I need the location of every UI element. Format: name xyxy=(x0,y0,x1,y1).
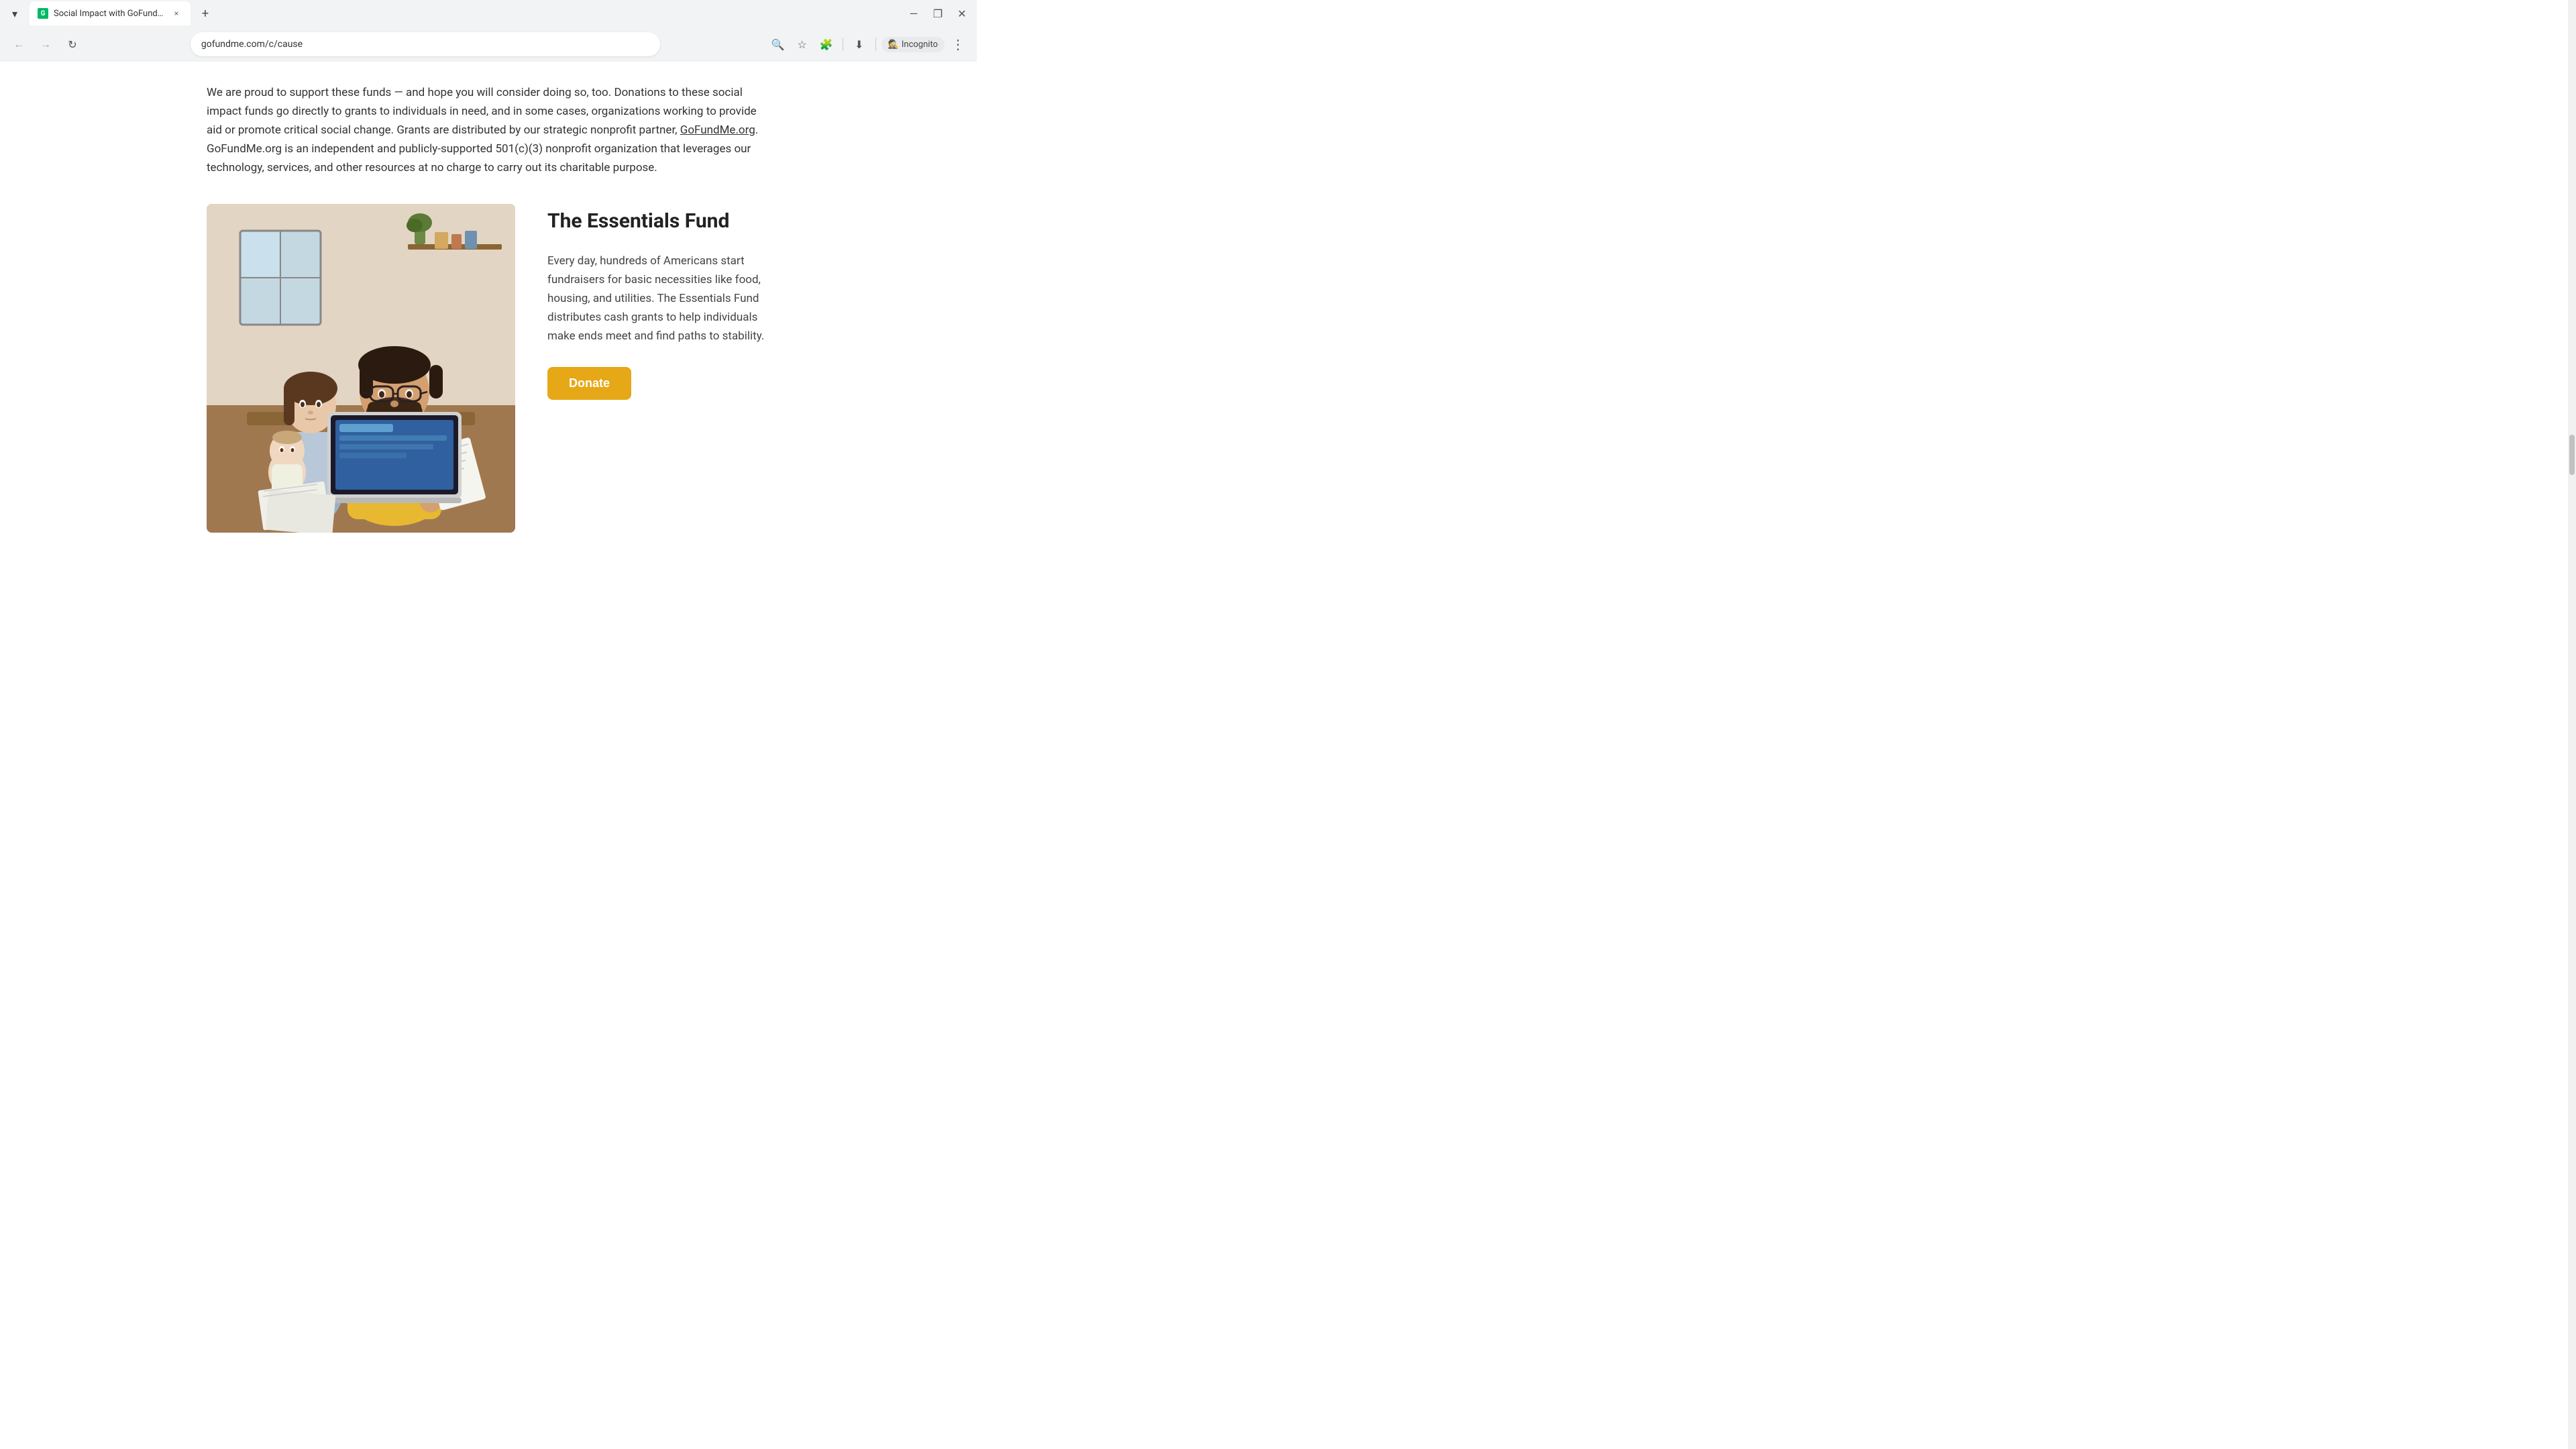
incognito-label: Incognito xyxy=(902,40,938,50)
fund-info: The Essentials Fund Every day, hundreds … xyxy=(547,204,770,400)
window-controls: — ❐ ✕ xyxy=(904,4,971,23)
more-options-button[interactable]: ⋮ xyxy=(947,34,969,55)
bookmark-button[interactable]: ☆ xyxy=(792,34,813,55)
page-content: We are proud to support these funds — an… xyxy=(0,62,977,573)
gofundme-org-link[interactable]: GoFundMe.org xyxy=(680,123,755,137)
extensions-button[interactable]: 🧩 xyxy=(816,34,837,55)
essentials-fund-section: The Essentials Fund Every day, hundreds … xyxy=(207,204,770,533)
restore-button[interactable]: ❐ xyxy=(928,4,947,23)
tab-close-button[interactable]: × xyxy=(170,7,182,19)
donate-button[interactable]: Donate xyxy=(547,367,631,400)
title-bar: ▾ G Social Impact with GoFundMe... × + —… xyxy=(0,0,977,27)
intro-paragraph: We are proud to support these funds — an… xyxy=(207,83,770,177)
address-bar[interactable]: gofundme.com/c/cause xyxy=(191,32,660,56)
bookmark-icon: ☆ xyxy=(798,38,807,51)
new-tab-button[interactable]: + xyxy=(196,4,215,23)
toolbar-actions: 🔍 ☆ 🧩 ⬇ 🕵 Incognito ⋮ xyxy=(767,34,969,55)
scrollbar-thumb[interactable] xyxy=(2569,435,2575,475)
minimize-button[interactable]: — xyxy=(904,4,923,23)
tab-title: Social Impact with GoFundMe... xyxy=(54,9,165,19)
close-window-button[interactable]: ✕ xyxy=(953,4,971,23)
tab-favicon: G xyxy=(38,8,48,19)
incognito-badge[interactable]: 🕵 Incognito xyxy=(881,37,945,52)
url-display: gofundme.com/c/cause xyxy=(201,39,649,50)
tab-switcher[interactable]: ▾ xyxy=(5,4,24,23)
fund-image-container xyxy=(207,204,515,533)
browser-chrome: ▾ G Social Impact with GoFundMe... × + —… xyxy=(0,0,977,62)
address-bar-row: ← → ↻ gofundme.com/c/cause 🔍 ☆ 🧩 ⬇ 🕵 Inc… xyxy=(0,27,977,62)
active-tab[interactable]: G Social Impact with GoFundMe... × xyxy=(30,1,191,25)
fund-title: The Essentials Fund xyxy=(547,209,770,233)
forward-button[interactable]: → xyxy=(35,34,56,55)
download-button[interactable]: ⬇ xyxy=(849,34,870,55)
family-illustration xyxy=(207,204,515,533)
scrollbar[interactable] xyxy=(2568,0,2576,1449)
back-button[interactable]: ← xyxy=(8,34,30,55)
extensions-icon: 🧩 xyxy=(820,38,833,51)
fund-description: Every day, hundreds of Americans start f… xyxy=(547,252,770,345)
search-icon: 🔍 xyxy=(771,38,785,51)
fund-image xyxy=(207,204,515,533)
incognito-icon: 🕵 xyxy=(888,40,899,50)
content-wrapper: We are proud to support these funds — an… xyxy=(166,62,810,573)
toolbar-divider-2 xyxy=(875,38,876,51)
reload-button[interactable]: ↻ xyxy=(62,34,83,55)
download-icon: ⬇ xyxy=(855,38,863,51)
search-button[interactable]: 🔍 xyxy=(767,34,789,55)
